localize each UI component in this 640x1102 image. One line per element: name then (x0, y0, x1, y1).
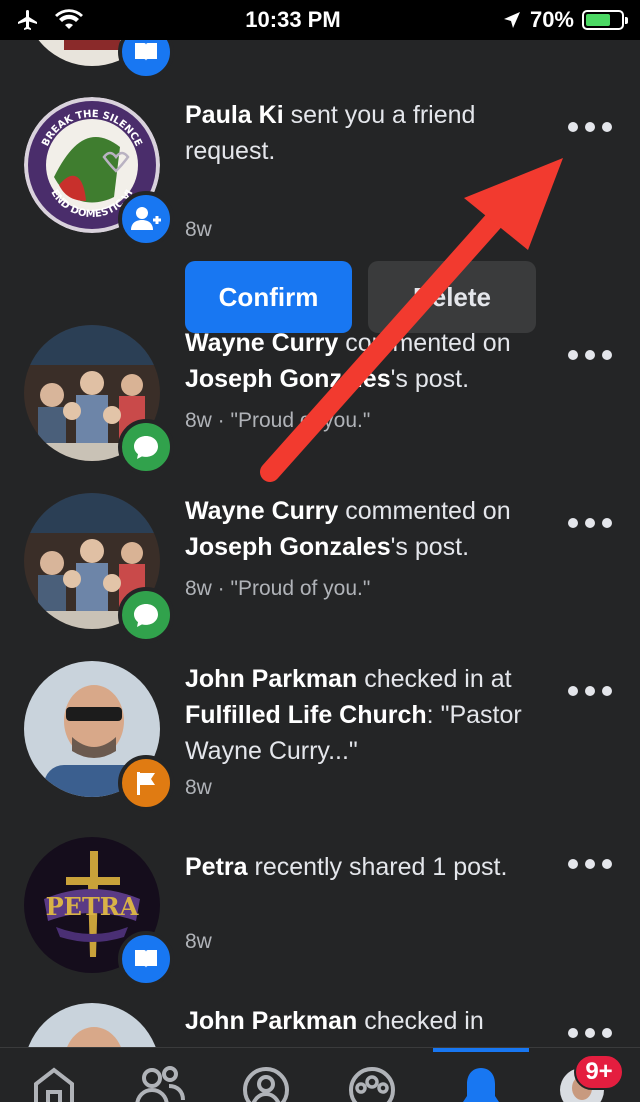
avatar-wrap (24, 325, 174, 475)
notification-action-text: commented on (338, 497, 511, 525)
add-friend-icon (131, 207, 161, 230)
groups-icon (349, 1067, 395, 1102)
flag-icon (137, 772, 155, 795)
notification-text: Wayne Curry commented on Joseph Gonzales… (185, 325, 545, 397)
badge-check-in (118, 755, 174, 811)
notification-text: John Parkman checked in at Fulfilled Lif… (185, 661, 545, 769)
status-right: 70% (502, 7, 628, 33)
target-name: Joseph Gonzales (185, 365, 391, 393)
more-options-button[interactable] (568, 859, 612, 869)
airplane-icon (18, 10, 37, 30)
actor-name: John Parkman (185, 665, 358, 693)
more-options-button[interactable] (568, 686, 612, 696)
target-name: Joseph Gonzales (185, 533, 391, 561)
status-bar: 10:33 PM 70% (0, 0, 640, 40)
notification-time: 8w (185, 776, 212, 799)
badge-book (118, 40, 174, 80)
book-icon (135, 43, 157, 61)
notification-time: 8w · "Proud of you." (185, 577, 371, 600)
notification-text: John Parkman checked in (185, 1003, 545, 1039)
actor-name: Wayne Curry (185, 329, 339, 357)
more-options-button[interactable] (568, 518, 612, 528)
tab-home[interactable] (29, 1066, 79, 1102)
actor-name: Paula Ki (185, 101, 284, 129)
tab-profile[interactable] (241, 1066, 291, 1102)
status-left (16, 8, 84, 32)
notification-time: 8w (185, 930, 212, 953)
notification-action-text: checked in at (357, 665, 512, 693)
notification-text: Paula Ki sent you a friend request. (185, 97, 545, 169)
badge-book (118, 931, 174, 987)
location-arrow-icon (503, 12, 520, 28)
more-options-button[interactable] (568, 350, 612, 360)
home-icon (34, 1067, 74, 1102)
avatar-john-parkman (24, 1003, 160, 1047)
profile-icon (243, 1067, 289, 1102)
comment-icon (134, 604, 158, 627)
target-name: Fulfilled Life Church (185, 701, 427, 729)
avatar-wrap (24, 40, 174, 80)
tab-groups[interactable] (347, 1066, 397, 1102)
battery-icon (582, 10, 628, 30)
actor-name: John Parkman (185, 1007, 358, 1035)
bell-icon (463, 1068, 499, 1102)
notification-time: 8w · "Proud of you." (185, 409, 371, 432)
confirm-button[interactable]: Confirm (185, 261, 352, 333)
notification-text: Wayne Curry commented on Joseph Gonzales… (185, 493, 545, 565)
avatar-wrap (24, 661, 174, 811)
avatar-wrap (24, 1003, 160, 1047)
notification-action-text: recently shared 1 post. (247, 853, 508, 881)
tab-notifications[interactable] (456, 1066, 506, 1102)
notification-suffix-text: 's post. (390, 533, 470, 561)
book-icon (135, 950, 157, 968)
notifications-feed[interactable]: BREAK THE SILENCE END DOMESTIC VI Paula … (0, 40, 640, 1047)
notification-time: 8w (185, 218, 212, 241)
tab-friends[interactable] (135, 1066, 185, 1102)
more-options-button[interactable] (568, 122, 612, 132)
svg-text:PETRA: PETRA (46, 892, 139, 921)
badge-add-friend (118, 191, 174, 247)
notification-action-text: checked in (357, 1007, 484, 1035)
actor-name: Petra (185, 853, 248, 881)
battery-percent: 70% (529, 7, 574, 32)
badge-comment (118, 419, 174, 475)
badge-comment (118, 587, 174, 643)
tab-bar: 9+ (0, 1047, 640, 1102)
actor-name: Wayne Curry (185, 497, 339, 525)
active-tab-indicator (433, 1048, 529, 1052)
wifi-icon (55, 9, 83, 29)
avatar-wrap: PETRA (24, 837, 174, 987)
delete-button[interactable]: Delete (368, 261, 536, 333)
avatar-wrap (24, 493, 174, 643)
notification-action-text: commented on (338, 329, 511, 357)
notification-suffix-text: 's post. (390, 365, 470, 393)
more-options-button[interactable] (568, 1028, 612, 1038)
avatar-wrap: BREAK THE SILENCE END DOMESTIC VI (24, 97, 174, 247)
status-time: 10:33 PM (245, 7, 341, 32)
friends-icon (135, 1066, 185, 1102)
comment-icon (134, 436, 158, 459)
notification-count-badge: 9+ (574, 1054, 624, 1090)
notification-text: Petra recently shared 1 post. (185, 849, 545, 885)
